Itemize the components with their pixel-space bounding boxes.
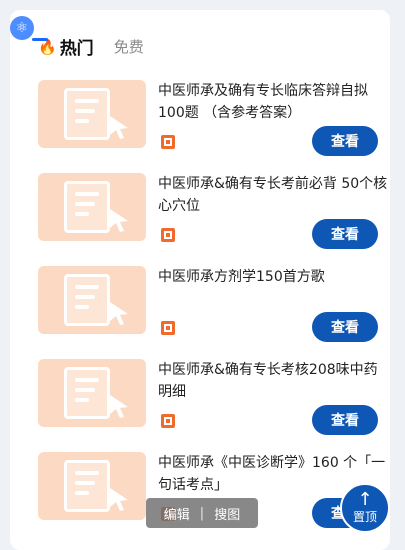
arrow-up-icon: ↑ [357, 488, 373, 510]
document-thumbnail [38, 173, 146, 241]
document-icon [64, 367, 110, 419]
file-type-icon [161, 414, 175, 428]
cursor-icon [110, 395, 128, 418]
cursor-icon [110, 488, 128, 511]
resource-card: 🔥 热门 免费 中医师承及确有专长临床答辩自拟100题 （含参考答案） 查看 中… [10, 10, 390, 550]
list-item[interactable]: 中医师承&确有专长考前必背 50个核心穴位 查看 [38, 173, 387, 251]
view-button[interactable]: 查看 [312, 405, 378, 435]
view-button[interactable]: 查看 [312, 219, 378, 249]
toolbar-separator: | [199, 505, 205, 521]
tab-bar: 🔥 热门 免费 [38, 34, 144, 74]
file-type-icon [161, 135, 175, 149]
app-badge-icon[interactable]: ⚛ [10, 16, 34, 40]
tab-free[interactable]: 免费 [114, 34, 144, 57]
cursor-icon [110, 209, 128, 232]
item-title[interactable]: 中医师承&确有专长考核208味中药明细 [158, 359, 388, 403]
item-title[interactable]: 中医师承&确有专长考前必背 50个核心穴位 [158, 173, 388, 217]
item-title[interactable]: 中医师承及确有专长临床答辩自拟100题 （含参考答案） [158, 80, 388, 124]
view-button[interactable]: 查看 [312, 312, 378, 342]
list-item[interactable]: 中医师承&确有专长考核208味中药明细 查看 [38, 359, 380, 437]
document-icon [64, 88, 110, 140]
edit-button[interactable]: 编辑 [164, 504, 190, 523]
document-thumbnail [38, 452, 146, 520]
document-icon [64, 460, 110, 512]
tab-free-label: 免费 [113, 38, 144, 56]
list-item[interactable]: 中医师承方剂学150首方歌 查看 [38, 266, 380, 344]
cursor-icon [110, 116, 128, 139]
tab-hot-label: 热门 [59, 39, 94, 59]
file-type-icon [161, 228, 175, 242]
active-tab-indicator [32, 38, 48, 41]
back-to-top-button[interactable]: ↑ 置顶 [340, 483, 390, 533]
document-thumbnail [38, 80, 146, 148]
document-thumbnail [38, 266, 146, 334]
file-type-icon [161, 321, 175, 335]
document-icon [64, 181, 110, 233]
back-to-top-label: 置顶 [352, 509, 377, 524]
cursor-icon [110, 302, 128, 325]
document-icon [64, 274, 110, 326]
image-toolbar: 编辑 | 搜图 [146, 498, 258, 528]
document-thumbnail [38, 359, 146, 427]
image-search-button[interactable]: 搜图 [214, 504, 240, 523]
view-button[interactable]: 查看 [312, 126, 378, 156]
list-item[interactable]: 中医师承及确有专长临床答辩自拟100题 （含参考答案） 查看 [38, 80, 380, 158]
item-title[interactable]: 中医师承方剂学150首方歌 [158, 266, 388, 288]
